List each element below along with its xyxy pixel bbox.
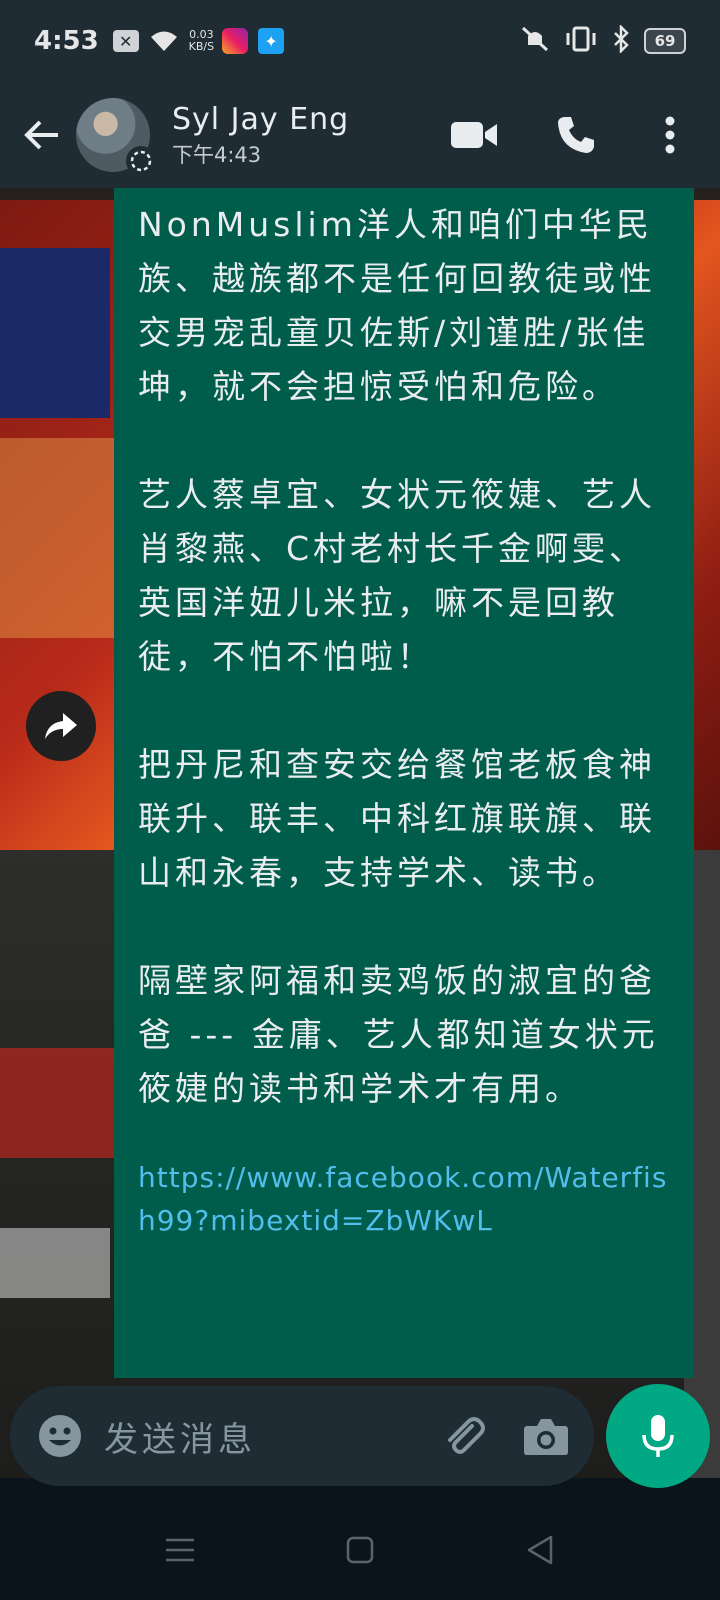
system-back-button[interactable] [510,1520,570,1580]
shared-image-sign [0,248,110,418]
message-paragraph: 艺人蔡卓宜、女状元筱婕、艺人肖黎燕、C村老村长千金啊雯、英国洋妞儿米拉，嘛不是回… [138,475,656,676]
emoji-button[interactable] [30,1406,90,1466]
attach-icon [448,1417,485,1454]
chat-area[interactable]: NonMuslim洋人和咱们中华民族、越族都不是任何回教徒或性交男宠乱童贝佐斯/… [0,188,720,1478]
more-options-button[interactable] [638,103,702,167]
status-ring-icon [126,146,156,176]
net-speed: 0.03 KB/S [189,29,214,53]
nav-back-icon [527,1535,553,1565]
forward-button[interactable] [26,691,96,761]
avatar[interactable] [76,98,156,176]
shared-image-light-block [0,1228,110,1298]
shared-image-glow [0,438,120,638]
more-icon [665,116,675,154]
phone-icon [558,117,594,153]
battery-indicator: 69 [644,28,686,54]
status-bar: 4:53 ✕ 0.03 KB/S ✦ 69 [0,0,720,82]
message-input[interactable]: 发送消息 [10,1386,594,1486]
nav-home-icon [346,1536,374,1564]
message-paragraph: NonMuslim洋人和咱们中华民族、越族都不是任何回教徒或性交男宠乱童贝佐斯/… [138,205,656,406]
instagram-icon [222,28,249,54]
back-arrow-icon [24,120,58,150]
twitter-icon: ✦ [258,28,285,54]
contact-name: Syl Jay Eng [172,101,350,137]
wifi-icon [149,29,179,53]
last-seen: 下午4:43 [172,142,262,167]
voice-message-button[interactable] [606,1384,710,1488]
message-paragraph: 隔壁家阿福和卖鸡饭的淑宜的爸爸 --- 金庸、艺人都知道女状元筱婕的读书和学术才… [138,961,659,1108]
contact-info[interactable]: Syl Jay Eng 下午4:43 [172,102,349,169]
input-bar: 发送消息 [0,1382,720,1488]
mic-icon [642,1415,674,1457]
message-bubble[interactable]: NonMuslim洋人和咱们中华民族、越族都不是任何回教徒或性交男宠乱童贝佐斯/… [114,188,694,1378]
video-call-icon [451,122,497,148]
back-button[interactable] [12,105,72,165]
voice-call-button[interactable] [544,103,608,167]
mute-icon [520,25,550,57]
chat-header: Syl Jay Eng 下午4:43 [0,82,720,188]
attach-button[interactable] [436,1408,492,1464]
net-speed-unit: KB/S [188,40,215,53]
camera-button[interactable] [518,1408,574,1464]
camera-icon [524,1419,568,1455]
shared-image-red-block [0,1048,120,1158]
message-link[interactable]: https://www.facebook.com/Waterfish99?mib… [138,1156,672,1242]
recents-button[interactable] [150,1520,210,1580]
notification-icon: ✕ [112,30,139,52]
message-paragraph: 把丹尼和查安交给餐馆老板食神联升、联丰、中科红旗联旗、联山和永春，支持学术、读书… [138,745,656,892]
system-nav-bar [0,1500,720,1600]
vibrate-icon [564,25,598,57]
input-placeholder: 发送消息 [104,1419,256,1460]
home-button[interactable] [330,1520,390,1580]
forward-icon [45,713,77,739]
bluetooth-icon [612,23,630,57]
emoji-icon [39,1415,81,1457]
nav-menu-icon [166,1538,194,1562]
status-time: 4:53 [34,26,99,56]
video-call-button[interactable] [442,103,506,167]
